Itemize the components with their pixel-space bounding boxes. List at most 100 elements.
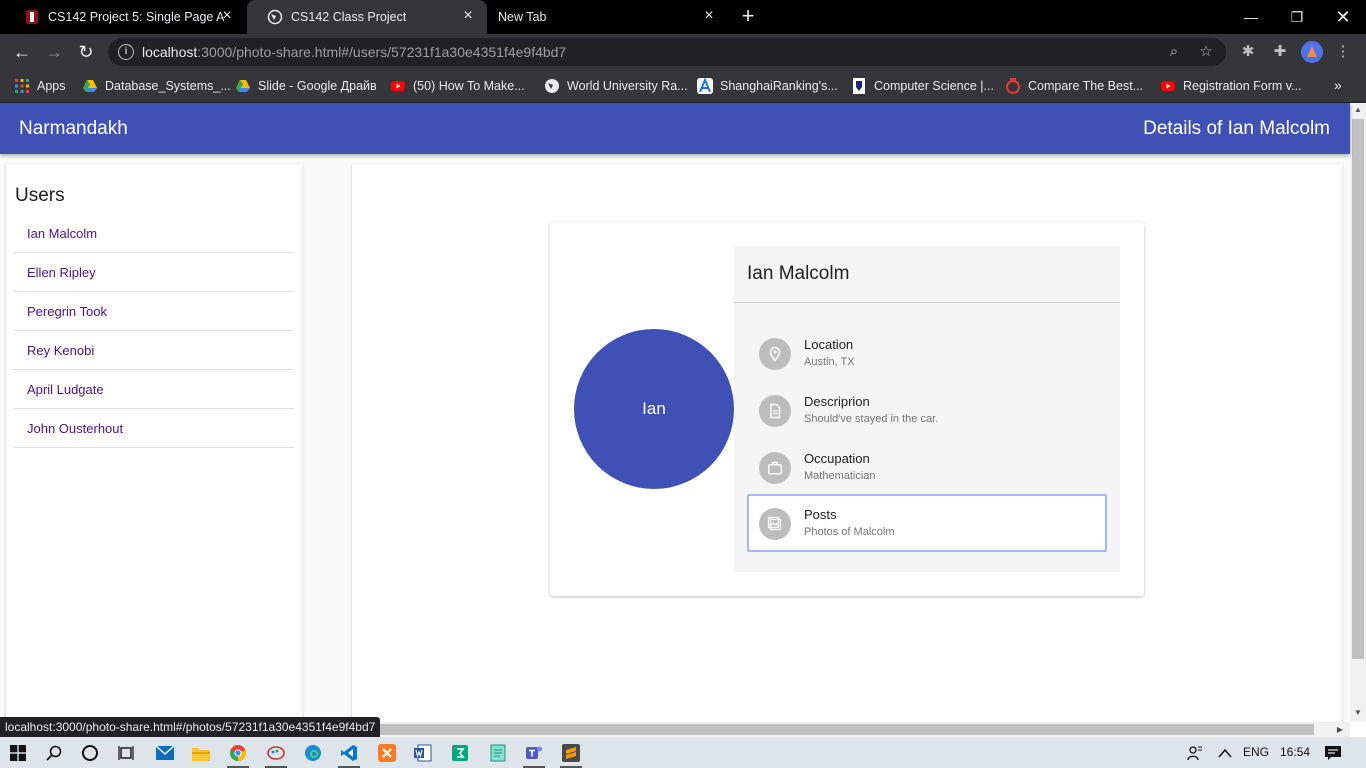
user-list-item[interactable]: April Ludgate xyxy=(14,370,294,409)
new-tab-button[interactable]: + xyxy=(737,5,759,28)
browser-tab-project5[interactable]: CS142 Project 5: Single Page App × xyxy=(4,0,246,34)
vscode-icon[interactable] xyxy=(338,742,360,768)
close-window-icon[interactable]: ✕ xyxy=(1320,0,1366,34)
paint-app-icon[interactable] xyxy=(265,742,287,768)
bookmark-database-systems[interactable]: Database_Systems_... xyxy=(82,77,231,95)
close-tab-icon[interactable]: × xyxy=(461,8,475,24)
user-list-item[interactable]: Ian Malcolm xyxy=(14,214,294,253)
site-info-icon[interactable]: i xyxy=(118,44,134,60)
reload-icon[interactable]: ↻ xyxy=(72,38,100,66)
detail-description: Descriprion Should've stayed in the car. xyxy=(747,381,1107,439)
detail-value: Austin, TX xyxy=(804,356,855,368)
bookmark-shanghai-ranking[interactable]: ShanghaiRanking's... xyxy=(697,77,838,95)
tab-title: CS142 Project 5: Single Page App xyxy=(48,10,224,24)
notepad-icon[interactable] xyxy=(487,742,509,764)
user-full-name: Ian Malcolm xyxy=(747,263,850,284)
bookmark-label: Compare The Best... xyxy=(1028,79,1144,93)
tab-title: New Tab xyxy=(498,10,547,24)
user-link[interactable]: Ian Malcolm xyxy=(27,226,97,241)
mail-icon[interactable] xyxy=(154,742,176,764)
posts-link[interactable]: Posts Photos of Malcolm xyxy=(747,494,1107,552)
app-3-icon[interactable] xyxy=(449,742,471,764)
tab-title: CS142 Class Project xyxy=(291,10,407,24)
page-context-title: Details of Ian Malcolm xyxy=(1143,118,1330,139)
restore-icon[interactable]: ❐ xyxy=(1274,0,1320,34)
bookmark-star-icon[interactable]: ☆ xyxy=(1196,42,1216,62)
user-list-item[interactable]: Ellen Ripley xyxy=(14,253,294,292)
vertical-scroll-thumb[interactable] xyxy=(1352,119,1364,659)
user-list: Ian Malcolm Ellen Ripley Peregrin Took R… xyxy=(14,214,294,448)
close-tab-icon[interactable]: × xyxy=(702,8,716,24)
profile-avatar-icon[interactable] xyxy=(1301,41,1323,63)
bookmark-youtube-how-to[interactable]: (50) How To Make... xyxy=(390,77,525,95)
bookmark-label: Computer Science |... xyxy=(874,79,994,93)
url-path: :3000/photo-share.html#/users/57231f1a30… xyxy=(197,44,567,60)
address-bar[interactable]: i localhost:3000/photo-share.html#/users… xyxy=(108,38,1226,66)
scroll-up-icon[interactable]: ▲ xyxy=(1350,103,1366,117)
windows-taskbar: ENG 16:54 xyxy=(0,737,1366,768)
bookmark-registration-form[interactable]: Registration Form v... xyxy=(1160,77,1302,95)
bookmark-slide-drive[interactable]: Slide - Google Драйв xyxy=(235,77,377,95)
chevron-up-icon[interactable] xyxy=(1214,742,1236,764)
user-list-item[interactable]: Peregrin Took xyxy=(14,292,294,331)
browser-tab-new-tab[interactable]: New Tab × xyxy=(478,0,728,34)
user-link[interactable]: John Ousterhout xyxy=(27,421,123,436)
user-link[interactable]: Rey Kenobi xyxy=(27,343,94,358)
windows-start-icon[interactable] xyxy=(7,742,29,764)
user-link[interactable]: Peregrin Took xyxy=(27,304,107,319)
teams-icon[interactable] xyxy=(523,742,545,768)
scroll-down-icon[interactable]: ▼ xyxy=(1350,706,1366,720)
detail-value: Should've stayed in the car. xyxy=(804,413,939,425)
bookmark-compare-best[interactable]: Compare The Best... xyxy=(1005,77,1143,95)
user-list-item[interactable]: John Ousterhout xyxy=(14,409,294,448)
xampp-icon[interactable] xyxy=(376,742,398,764)
globe-icon xyxy=(545,79,559,93)
back-arrow-icon[interactable]: ← xyxy=(8,38,36,66)
sublime-text-icon[interactable] xyxy=(560,742,582,768)
stanford-favicon-icon xyxy=(26,10,38,24)
more-menu-icon[interactable]: ⋮ xyxy=(1333,42,1353,62)
edge-icon[interactable] xyxy=(302,742,324,764)
chrome-icon[interactable] xyxy=(227,742,249,768)
word-icon[interactable] xyxy=(412,742,434,764)
close-tab-icon[interactable]: × xyxy=(220,8,234,24)
taskbar-clock[interactable]: 16:54 xyxy=(1280,745,1310,759)
task-view-icon[interactable] xyxy=(115,742,137,764)
user-link[interactable]: April Ludgate xyxy=(27,382,104,397)
puzzle-extensions-icon[interactable]: ✚ xyxy=(1270,42,1290,62)
zoom-search-icon[interactable]: ⌕ xyxy=(1164,42,1184,62)
detail-label: Descriprion xyxy=(804,394,870,409)
user-link[interactable]: Ellen Ripley xyxy=(27,265,96,280)
notifications-icon[interactable] xyxy=(1322,742,1344,764)
bookmark-label: ShanghaiRanking's... xyxy=(720,79,838,93)
bookmarks-overflow-icon[interactable]: » xyxy=(1334,77,1342,93)
user-list-panel: Users Ian Malcolm Ellen Ripley Peregrin … xyxy=(6,164,302,734)
people-icon[interactable] xyxy=(1184,742,1206,764)
browser-tab-class-project[interactable]: CS142 Class Project × xyxy=(247,0,487,34)
minimize-icon[interactable]: — xyxy=(1228,0,1274,34)
compare-site-icon xyxy=(1006,78,1020,94)
extension-icon[interactable]: ✱ xyxy=(1238,42,1258,62)
briefcase-icon xyxy=(759,452,791,484)
file-explorer-icon[interactable] xyxy=(190,742,212,764)
bookmark-label: Registration Form v... xyxy=(1183,79,1302,93)
bookmark-apps[interactable]: Apps xyxy=(14,77,66,95)
user-details-list: Ian Malcolm Location Austin, TX Descripr… xyxy=(734,246,1120,572)
address-url[interactable]: localhost:3000/photo-share.html#/users/5… xyxy=(142,44,566,60)
bookmark-computer-science[interactable]: Computer Science |... xyxy=(851,77,994,95)
search-icon[interactable] xyxy=(43,742,65,764)
cortana-icon[interactable] xyxy=(79,742,101,764)
location-pin-icon xyxy=(759,338,791,370)
language-indicator[interactable]: ENG xyxy=(1243,745,1269,759)
vertical-scrollbar[interactable]: ▲ ▼ xyxy=(1350,103,1366,722)
document-icon xyxy=(759,395,791,427)
browser-toolbar: ← → ↻ i localhost:3000/photo-share.html#… xyxy=(0,34,1366,70)
scroll-right-icon[interactable]: ▶ xyxy=(1334,722,1346,737)
forward-arrow-icon[interactable]: → xyxy=(40,38,68,66)
detail-occupation: Occupation Mathematician xyxy=(747,438,1107,496)
detail-value: Photos of Malcolm xyxy=(804,526,895,538)
detail-value: Mathematician xyxy=(804,470,876,482)
user-list-item[interactable]: Rey Kenobi xyxy=(14,331,294,370)
bookmark-world-university[interactable]: World University Ra... xyxy=(544,77,688,95)
photo-icon xyxy=(759,508,791,540)
